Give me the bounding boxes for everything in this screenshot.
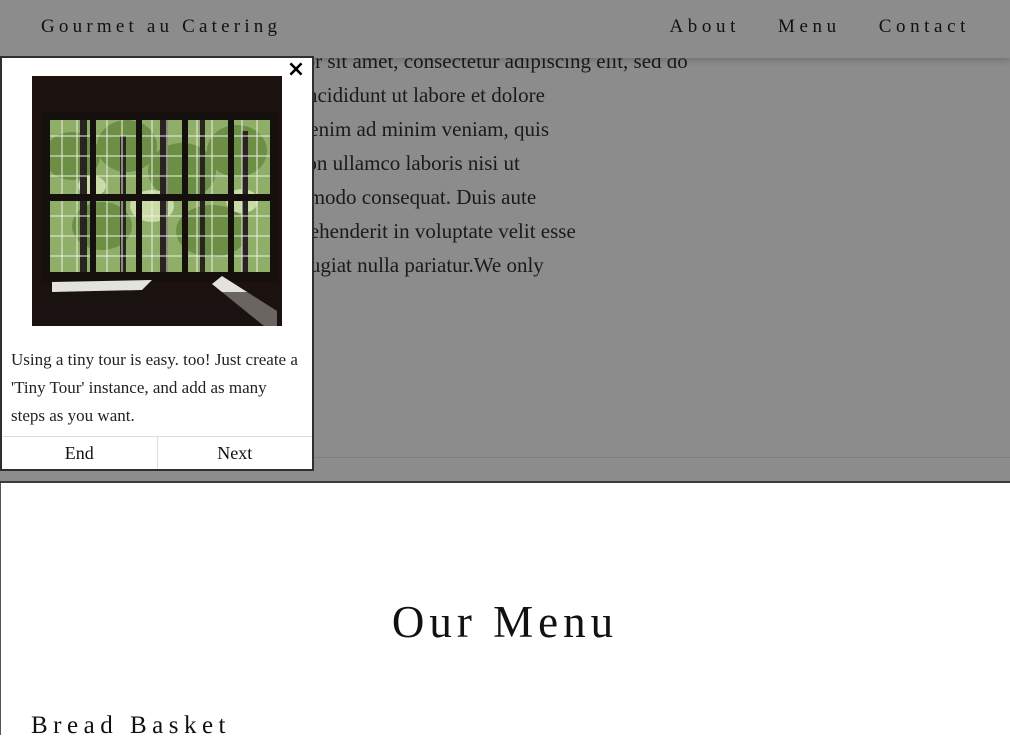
brand-logo-text[interactable]: Gourmet au Catering	[41, 16, 281, 38]
nav-links: About Menu Contact	[631, 16, 970, 38]
nav-link-contact[interactable]: Contact	[879, 16, 970, 38]
menu-category-heading: Bread Basket	[31, 712, 231, 739]
close-icon[interactable]: ×	[286, 59, 306, 81]
menu-heading: Our Menu	[391, 597, 619, 647]
tour-next-button[interactable]: Next	[156, 437, 313, 469]
nav-link-menu[interactable]: Menu	[778, 16, 841, 38]
tour-step-text: Using a tiny tour is easy. too! Just cre…	[11, 350, 298, 425]
tour-end-button[interactable]: End	[2, 437, 157, 469]
tour-popup: × Using a tiny tour is easy. too! Just c…	[0, 56, 314, 471]
menu-section-top-border	[0, 481, 1010, 483]
nav-link-about[interactable]: About	[669, 16, 740, 38]
tour-actions: End Next	[2, 436, 312, 469]
window-with-trees-image	[32, 76, 282, 326]
top-navbar: Gourmet au Catering About Menu Contact	[0, 0, 1010, 58]
